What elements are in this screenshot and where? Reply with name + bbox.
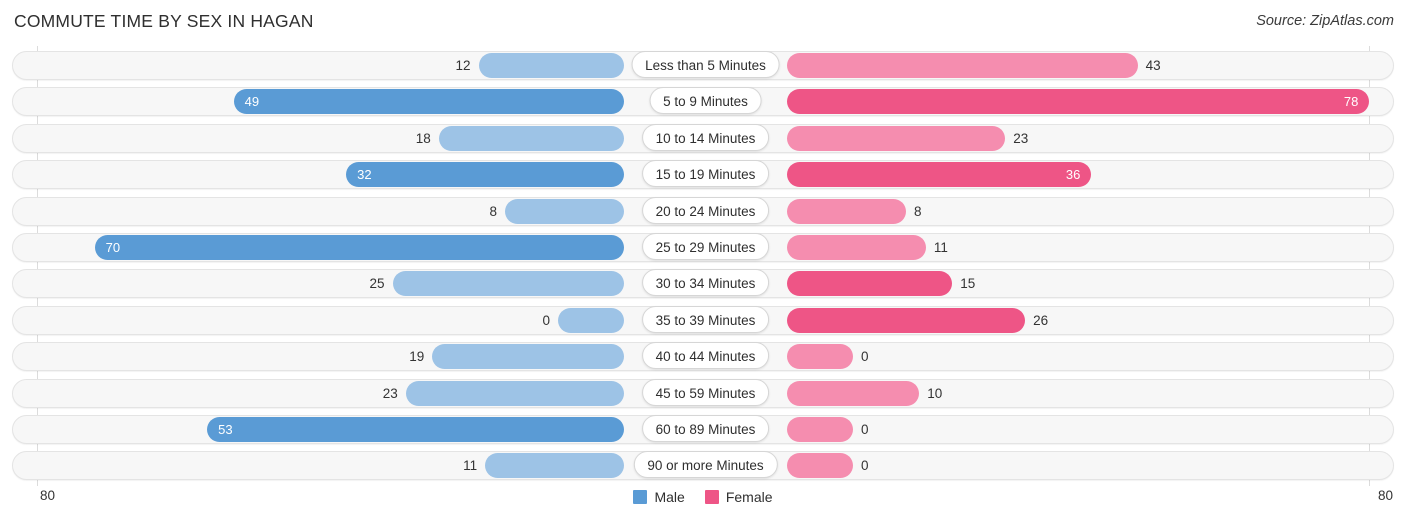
- male-value-label: 70: [105, 240, 121, 255]
- female-value-label: 0: [861, 458, 869, 474]
- table-row[interactable]: 23 10 45 to 59 Minutes: [12, 378, 1394, 408]
- female-bar[interactable]: [787, 453, 853, 479]
- category-label-pill[interactable]: 30 to 34 Minutes: [641, 269, 770, 297]
- category-label-pill[interactable]: 10 to 14 Minutes: [641, 123, 770, 151]
- male-bar[interactable]: [478, 53, 624, 78]
- table-row[interactable]: 19 0 40 to 44 Minutes: [12, 342, 1394, 372]
- male-bar[interactable]: 53: [207, 417, 624, 442]
- category-label-pill[interactable]: Less than 5 Minutes: [631, 51, 780, 78]
- male-value-label: 25: [369, 276, 385, 292]
- male-value-label: 12: [455, 58, 471, 73]
- female-value-label: 15: [960, 276, 976, 292]
- table-row[interactable]: 8 8 20 to 24 Minutes: [12, 196, 1394, 226]
- category-label-pill[interactable]: 25 to 29 Minutes: [641, 233, 770, 260]
- female-bar[interactable]: [787, 307, 1026, 333]
- male-bar[interactable]: [505, 198, 624, 224]
- male-bar[interactable]: [558, 307, 624, 333]
- male-value-label: 18: [415, 130, 431, 146]
- female-bar[interactable]: [787, 271, 953, 297]
- male-bar[interactable]: 32: [346, 162, 624, 188]
- female-bar[interactable]: [787, 417, 853, 442]
- female-bar[interactable]: 36: [787, 162, 1092, 188]
- female-value-label: 23: [1013, 130, 1029, 146]
- male-bar[interactable]: [485, 453, 624, 479]
- female-bar[interactable]: [787, 125, 1006, 151]
- table-row[interactable]: 11 0 90 or more Minutes: [12, 451, 1394, 481]
- legend-label: Female: [725, 489, 773, 505]
- female-value-label: 8: [913, 203, 922, 219]
- male-bar[interactable]: 49: [233, 89, 624, 115]
- female-value-label: 0: [861, 349, 869, 365]
- female-value-label: 0: [861, 422, 869, 437]
- table-row[interactable]: 12 43 Less than 5 Minutes: [12, 51, 1394, 80]
- female-bar[interactable]: [787, 235, 926, 260]
- chart-header: COMMUTE TIME BY SEX IN HAGAN Source: Zip…: [0, 0, 1406, 46]
- category-label-pill[interactable]: 20 to 24 Minutes: [641, 196, 770, 224]
- table-row[interactable]: 70 11 25 to 29 Minutes: [12, 233, 1394, 262]
- table-row[interactable]: 25 15 30 to 34 Minutes: [12, 269, 1394, 299]
- male-bar[interactable]: [405, 380, 624, 406]
- female-value-label: 36: [1065, 167, 1081, 183]
- female-value-label: 11: [933, 240, 948, 255]
- legend-item-female[interactable]: Female: [704, 489, 773, 505]
- legend-label: Male: [654, 489, 685, 505]
- male-value-label: 11: [463, 458, 478, 474]
- male-value-label: 53: [218, 422, 233, 437]
- female-bar[interactable]: [787, 380, 920, 406]
- male-value-label: 0: [542, 312, 550, 328]
- legend-swatch-icon: [704, 490, 719, 504]
- page-title: COMMUTE TIME BY SEX IN HAGAN: [14, 11, 314, 31]
- table-row[interactable]: 18 23 10 to 14 Minutes: [12, 123, 1394, 153]
- male-bar[interactable]: [392, 271, 624, 297]
- category-label-pill[interactable]: 90 or more Minutes: [633, 451, 778, 479]
- legend-item-male[interactable]: Male: [633, 489, 685, 505]
- category-label-pill[interactable]: 60 to 89 Minutes: [641, 415, 770, 442]
- female-bar[interactable]: 78: [787, 89, 1370, 115]
- table-row[interactable]: 32 36 15 to 19 Minutes: [12, 160, 1394, 190]
- category-label-pill[interactable]: 40 to 44 Minutes: [641, 342, 770, 370]
- chart-legend: Male Female: [0, 489, 1406, 505]
- female-value-label: 26: [1033, 312, 1049, 328]
- chart-plot-area: 12 43 Less than 5 Minutes 49 78 5 to 9 Minute…: [0, 46, 1406, 486]
- category-label-pill[interactable]: 45 to 59 Minutes: [641, 378, 770, 406]
- male-bar[interactable]: [432, 344, 624, 370]
- female-bar[interactable]: [787, 198, 906, 224]
- male-value-label: 49: [244, 94, 260, 110]
- female-bar[interactable]: [787, 344, 853, 370]
- male-bar[interactable]: [438, 125, 624, 151]
- category-label-pill[interactable]: 35 to 39 Minutes: [641, 305, 770, 333]
- female-value-label: 78: [1343, 94, 1359, 110]
- category-label-pill[interactable]: 5 to 9 Minutes: [649, 87, 762, 115]
- female-value-label: 43: [1145, 58, 1161, 73]
- chart-footer: 80 80 Male Female: [0, 486, 1406, 523]
- category-label-pill[interactable]: 15 to 19 Minutes: [641, 160, 770, 188]
- table-row[interactable]: 49 78 5 to 9 Minutes: [12, 87, 1394, 117]
- table-row[interactable]: 53 0 60 to 89 Minutes: [12, 415, 1394, 444]
- table-row[interactable]: 0 26 35 to 39 Minutes: [12, 305, 1394, 335]
- male-value-label: 32: [357, 167, 372, 183]
- male-bar[interactable]: 70: [94, 235, 624, 260]
- male-value-label: 19: [409, 349, 425, 365]
- female-value-label: 10: [927, 385, 943, 401]
- male-value-label: 8: [489, 203, 498, 219]
- source-attribution: Source: ZipAtlas.com: [1256, 13, 1394, 29]
- female-bar[interactable]: [787, 53, 1138, 78]
- legend-swatch-icon: [633, 490, 648, 504]
- male-value-label: 23: [382, 385, 398, 401]
